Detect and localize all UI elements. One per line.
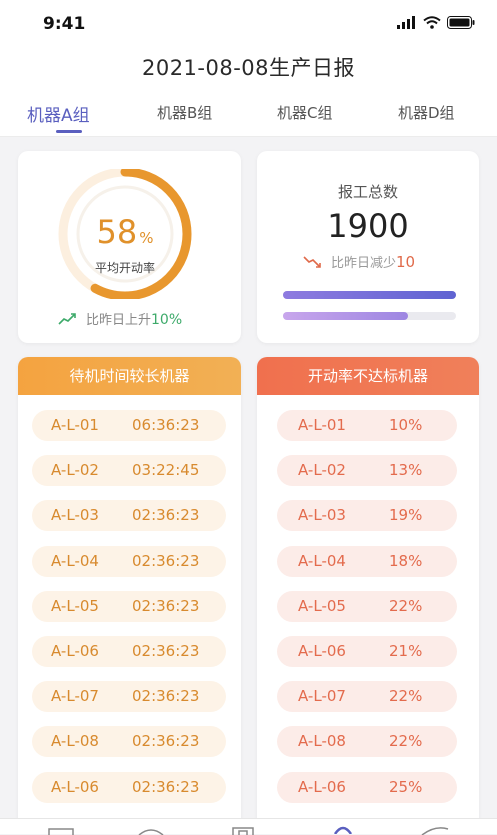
low-panel-header: 开动率不达标机器 xyxy=(257,357,479,395)
idle-machine-value: 02:36:23 xyxy=(132,777,200,796)
report-trend-value: 10 xyxy=(396,253,416,271)
low-rate-machine-code: A-L-07 xyxy=(298,687,346,706)
report-progress-bar-2 xyxy=(283,312,456,320)
nav-home-icon[interactable] xyxy=(48,827,74,835)
idle-row[interactable]: A-L-06 02:36:23 xyxy=(32,636,226,667)
low-rate-machine-value: 21% xyxy=(389,642,423,660)
idle-machine-code: A-L-07 xyxy=(51,687,99,706)
utilization-gauge: 58% 平均开动率 xyxy=(50,167,200,301)
idle-machine-code: A-L-01 xyxy=(51,416,99,434)
idle-machine-value: 02:36:23 xyxy=(132,596,200,615)
utilization-trend-text: 比昨日上升 xyxy=(86,313,152,328)
idle-machine-code: A-L-04 xyxy=(51,551,99,570)
low-rate-machine-code: A-L-06 xyxy=(298,642,346,660)
low-rate-machine-value: 25% xyxy=(389,777,423,796)
wifi-icon xyxy=(423,16,441,29)
low-rate-machine-code: A-L-04 xyxy=(298,551,346,570)
low-rate-machine-code: A-L-08 xyxy=(298,732,346,751)
low-rate-machine-code: A-L-01 xyxy=(298,416,346,434)
idle-machine-code: A-L-08 xyxy=(51,732,99,751)
low-rate-machine-value: 18% xyxy=(389,551,423,570)
low-rate-machine-value: 10% xyxy=(389,416,423,434)
report-progress-bar-1 xyxy=(283,291,456,299)
tab-machine-group-b[interactable]: 机器B组 xyxy=(157,102,212,123)
idle-machine-code: A-L-06 xyxy=(51,642,99,660)
low-rate-row[interactable]: A-L-03 19% xyxy=(277,500,457,532)
tab-machine-group-d[interactable]: 机器D组 xyxy=(398,102,455,123)
report-total-value: 1900 xyxy=(327,207,409,245)
idle-row[interactable]: A-L-02 03:22:45 xyxy=(32,455,226,487)
page-title: 2021-08-08生产日报 xyxy=(141,56,356,80)
signal-icon xyxy=(397,16,415,29)
idle-row[interactable]: A-L-01 06:36:23 xyxy=(32,410,226,441)
utilization-unit: % xyxy=(139,229,154,247)
idle-machine-code: A-L-02 xyxy=(51,461,99,480)
low-rate-machine-value: 22% xyxy=(389,732,423,751)
report-total-card: 报工总数 1900 比昨日减少10 xyxy=(257,151,479,343)
idle-row[interactable]: A-L-05 02:36:23 xyxy=(32,590,226,622)
low-rate-machine-code: A-L-02 xyxy=(298,461,346,480)
group-tabs: 机器A组 机器B组 机器C组 机器D组 xyxy=(0,94,497,137)
report-progress-fill-1 xyxy=(283,291,456,299)
utilization-trend-value: 10% xyxy=(151,312,183,328)
report-progress-fill-2 xyxy=(283,312,408,320)
utilization-card: 58% 平均开动率 比昨日上升10% xyxy=(18,151,241,343)
utilization-value: 58% xyxy=(50,213,200,251)
idle-machine-code: A-L-06 xyxy=(51,777,99,796)
low-rate-machine-code: A-L-03 xyxy=(298,506,346,525)
low-rate-row[interactable]: A-L-07 22% xyxy=(277,681,457,713)
utilization-trend: 比昨日上升10% xyxy=(58,309,182,328)
idle-machine-value: 06:36:23 xyxy=(132,416,200,434)
report-trend: 比昨日减少10 xyxy=(303,252,415,271)
battery-icon xyxy=(447,16,475,29)
low-rate-machine-value: 22% xyxy=(389,687,423,706)
low-rate-machine-value: 22% xyxy=(389,596,423,615)
idle-machine-value: 02:36:23 xyxy=(132,551,200,570)
idle-machine-value: 02:36:23 xyxy=(132,506,200,525)
trend-up-icon xyxy=(58,312,76,325)
idle-machine-code: A-L-03 xyxy=(51,506,99,525)
nav-shield-icon[interactable] xyxy=(138,827,164,835)
idle-machine-value: 02:36:23 xyxy=(132,687,200,706)
idle-row[interactable]: A-L-08 02:36:23 xyxy=(32,726,226,758)
utilization-percent: 58 xyxy=(96,213,138,251)
status-icons xyxy=(397,16,475,29)
idle-machine-code: A-L-05 xyxy=(51,596,99,615)
low-rate-machine-code: A-L-06 xyxy=(298,777,346,796)
report-total-title: 报工总数 xyxy=(337,183,398,201)
idle-row[interactable]: A-L-07 02:36:23 xyxy=(32,681,226,713)
low-rate-row[interactable]: A-L-04 18% xyxy=(277,545,457,577)
low-rate-row[interactable]: A-L-06 25% xyxy=(277,771,457,803)
idle-row[interactable]: A-L-04 02:36:23 xyxy=(32,545,226,577)
idle-machine-value: 03:22:45 xyxy=(132,461,200,480)
report-trend-text: 比昨日减少 xyxy=(331,256,397,271)
low-utilization-panel: 开动率不达标机器 A-L-01 10% A-L-02 13% A-L-03 19% A-L-… xyxy=(257,357,479,827)
low-rate-machine-value: 19% xyxy=(389,506,423,525)
nav-report-icon[interactable] xyxy=(230,827,256,835)
low-rate-machine-code: A-L-05 xyxy=(298,596,346,615)
low-rate-machine-value: 13% xyxy=(389,461,423,480)
bottom-navigation xyxy=(0,818,497,835)
idle-row[interactable]: A-L-03 02:36:23 xyxy=(32,500,226,532)
status-bar: 9:41 xyxy=(0,0,497,48)
idle-machine-value: 02:36:23 xyxy=(132,642,200,660)
status-time: 9:41 xyxy=(43,14,86,34)
idle-machine-value: 02:36:23 xyxy=(132,732,200,751)
low-rate-row[interactable]: A-L-02 13% xyxy=(277,455,457,487)
idle-panel-header: 待机时间较长机器 xyxy=(18,357,241,395)
low-rate-row[interactable]: A-L-08 22% xyxy=(277,726,457,758)
low-rate-row[interactable]: A-L-06 21% xyxy=(277,636,457,667)
idle-row[interactable]: A-L-06 02:36:23 xyxy=(32,771,226,803)
tab-machine-group-c[interactable]: 机器C组 xyxy=(277,102,332,123)
trend-down-icon xyxy=(303,255,321,268)
active-tab-indicator xyxy=(56,130,82,133)
tab-machine-group-a[interactable]: 机器A组 xyxy=(27,101,90,126)
utilization-label: 平均开动率 xyxy=(94,261,155,275)
low-rate-row[interactable]: A-L-01 10% xyxy=(277,410,457,441)
low-rate-row[interactable]: A-L-05 22% xyxy=(277,590,457,622)
idle-machines-panel: 待机时间较长机器 A-L-01 06:36:23 A-L-02 03:22:45 A-L… xyxy=(18,357,241,827)
nav-leaf-icon[interactable] xyxy=(420,827,450,835)
